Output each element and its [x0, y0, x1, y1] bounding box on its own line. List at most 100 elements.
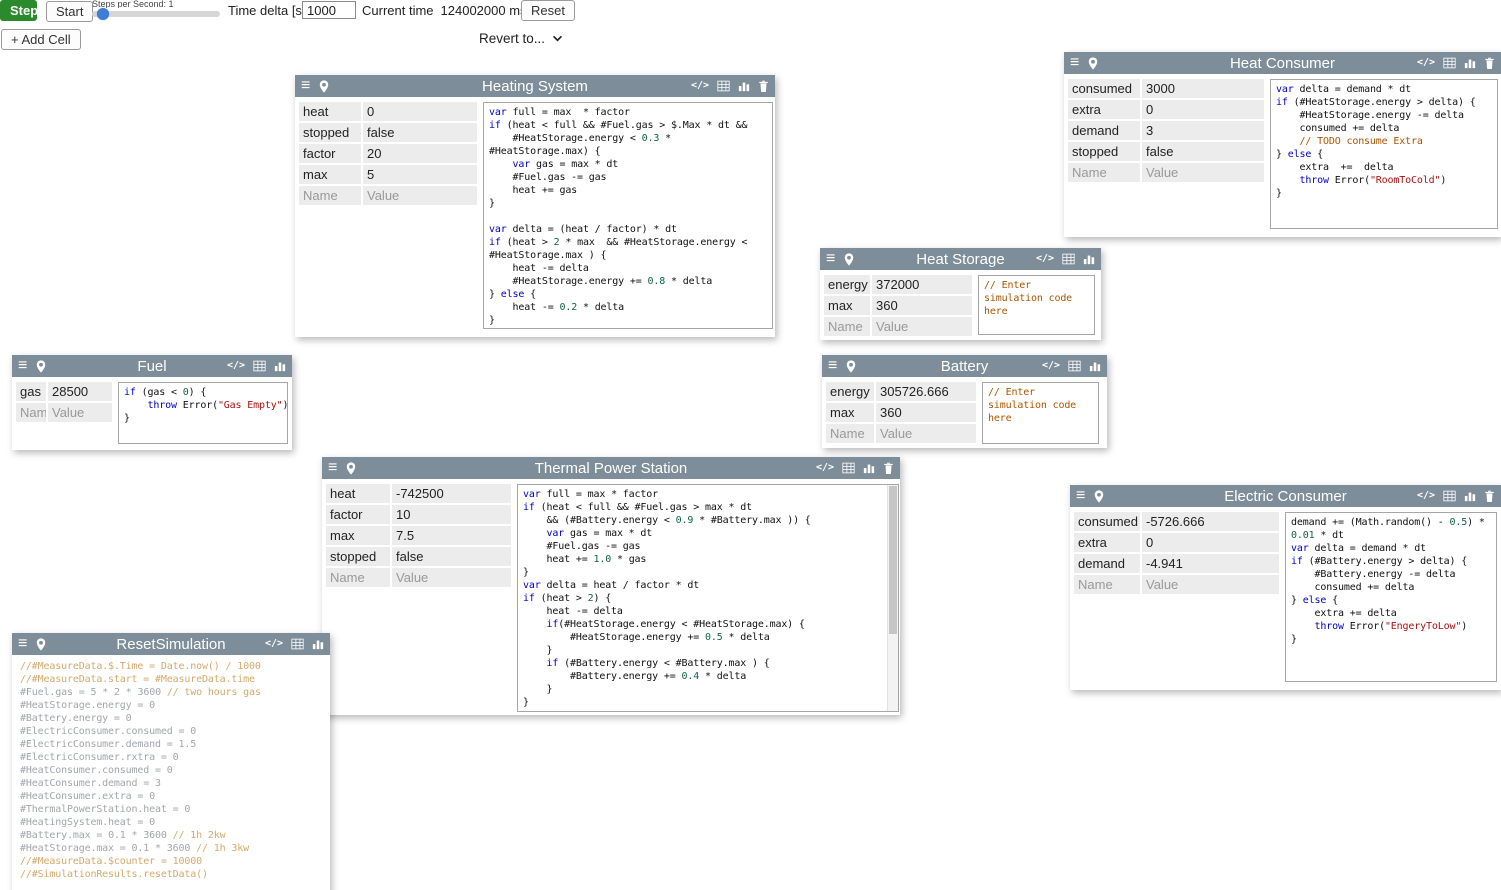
- property-value[interactable]: 360: [876, 403, 976, 422]
- property-key[interactable]: Name: [826, 424, 874, 443]
- add-cell-button[interactable]: + Add Cell: [1, 29, 81, 50]
- code-icon[interactable]: </>: [1036, 254, 1054, 264]
- time-delta-input[interactable]: [302, 1, 356, 19]
- step-button[interactable]: Step: [0, 0, 37, 21]
- panel-header[interactable]: ≡ Heat Storage </>: [820, 248, 1101, 270]
- code-icon[interactable]: </>: [691, 81, 709, 91]
- property-value[interactable]: Value: [1142, 575, 1279, 594]
- menu-icon[interactable]: ≡: [18, 358, 27, 374]
- code-icon[interactable]: </>: [265, 639, 283, 649]
- property-key[interactable]: extra: [1068, 100, 1140, 119]
- menu-icon[interactable]: ≡: [328, 460, 337, 476]
- table-icon[interactable]: [1443, 490, 1456, 502]
- property-value[interactable]: 28500: [48, 382, 112, 401]
- property-value[interactable]: false: [363, 123, 477, 142]
- property-key[interactable]: max: [826, 403, 874, 422]
- panel-header[interactable]: ≡ Thermal Power Station </>: [322, 457, 900, 479]
- property-value[interactable]: 3000: [1142, 79, 1264, 98]
- trash-icon[interactable]: [883, 462, 894, 474]
- pin-icon[interactable]: [36, 360, 46, 373]
- property-key[interactable]: consumed: [1074, 512, 1140, 531]
- code-editor[interactable]: var delta = demand * dtif (#HeatStorage.…: [1270, 79, 1498, 229]
- property-value[interactable]: Value: [872, 317, 972, 336]
- menu-icon[interactable]: ≡: [301, 78, 310, 94]
- property-value[interactable]: false: [392, 547, 511, 566]
- chart-icon[interactable]: [1083, 253, 1095, 265]
- trash-icon[interactable]: [758, 80, 769, 92]
- property-key[interactable]: max: [299, 165, 361, 184]
- property-value[interactable]: Value: [876, 424, 976, 443]
- property-value[interactable]: 360: [872, 296, 972, 315]
- trash-icon[interactable]: [1484, 490, 1495, 502]
- property-key[interactable]: demand: [1074, 554, 1140, 573]
- trash-icon[interactable]: [1484, 57, 1495, 69]
- property-value[interactable]: -5726.666: [1142, 512, 1279, 531]
- code-editor[interactable]: if (gas < 0) { throw Error("Gas Empty")}: [118, 382, 288, 444]
- property-value[interactable]: 20: [363, 144, 477, 163]
- code-icon[interactable]: </>: [1042, 361, 1060, 371]
- property-key[interactable]: heat: [326, 484, 390, 503]
- slider-thumb[interactable]: [97, 8, 109, 20]
- panel-header[interactable]: ≡ Battery </>: [822, 355, 1107, 377]
- property-key[interactable]: max: [326, 526, 390, 545]
- property-key[interactable]: Name: [1068, 163, 1140, 182]
- code-icon[interactable]: </>: [227, 361, 245, 371]
- property-value[interactable]: 7.5: [392, 526, 511, 545]
- property-value[interactable]: Value: [1142, 163, 1264, 182]
- chart-icon[interactable]: [1464, 490, 1476, 502]
- property-key[interactable]: demand: [1068, 121, 1140, 140]
- property-value[interactable]: 0: [1142, 100, 1264, 119]
- scrollbar[interactable]: [887, 485, 898, 711]
- pin-icon[interactable]: [844, 253, 854, 266]
- property-key[interactable]: factor: [326, 505, 390, 524]
- property-value[interactable]: Value: [363, 186, 477, 205]
- code-editor[interactable]: // Entersimulation codehere: [982, 382, 1099, 444]
- scrollbar-thumb[interactable]: [889, 486, 897, 634]
- property-value[interactable]: -4.941: [1142, 554, 1279, 573]
- chart-icon[interactable]: [738, 80, 750, 92]
- menu-icon[interactable]: ≡: [828, 358, 837, 374]
- panel-header[interactable]: ≡ Fuel </>: [12, 355, 292, 377]
- property-value[interactable]: 3: [1142, 121, 1264, 140]
- property-key[interactable]: energy: [826, 382, 874, 401]
- property-key[interactable]: gas: [16, 382, 46, 401]
- property-value[interactable]: 305726.666: [876, 382, 976, 401]
- pin-icon[interactable]: [846, 360, 856, 373]
- chart-icon[interactable]: [863, 462, 875, 474]
- chart-icon[interactable]: [1089, 360, 1101, 372]
- property-key[interactable]: extra: [1074, 533, 1140, 552]
- property-value[interactable]: 0: [363, 102, 477, 121]
- chart-icon[interactable]: [1464, 57, 1476, 69]
- table-icon[interactable]: [842, 462, 855, 474]
- property-value[interactable]: false: [1142, 142, 1264, 161]
- property-value[interactable]: 372000: [872, 275, 972, 294]
- property-key[interactable]: stopped: [1068, 142, 1140, 161]
- pin-icon[interactable]: [1088, 57, 1098, 70]
- code-editor[interactable]: demand += (Math.random() - 0.5) *0.01 * …: [1285, 512, 1497, 682]
- table-icon[interactable]: [291, 638, 304, 650]
- property-key[interactable]: Name: [16, 403, 46, 422]
- pin-icon[interactable]: [36, 638, 46, 651]
- revert-dropdown[interactable]: Revert to...: [479, 31, 563, 46]
- property-key[interactable]: Name: [299, 186, 361, 205]
- panel-header[interactable]: ≡ Heating System </>: [295, 75, 775, 97]
- property-value[interactable]: 0: [1142, 533, 1279, 552]
- panel-header[interactable]: ≡ Electric Consumer </>: [1070, 485, 1501, 507]
- table-icon[interactable]: [253, 360, 266, 372]
- chart-icon[interactable]: [274, 360, 286, 372]
- chart-icon[interactable]: [312, 638, 324, 650]
- panel-header[interactable]: ≡ Heat Consumer </>: [1064, 52, 1501, 74]
- menu-icon[interactable]: ≡: [826, 251, 835, 267]
- code-icon[interactable]: </>: [816, 463, 834, 473]
- table-icon[interactable]: [1062, 253, 1075, 265]
- code-editor[interactable]: // Entersimulation codehere: [978, 275, 1095, 335]
- code-icon[interactable]: </>: [1417, 58, 1435, 68]
- code-editor[interactable]: //#MeasureData.$.Time = Date.now() / 100…: [14, 658, 326, 890]
- property-key[interactable]: consumed: [1068, 79, 1140, 98]
- table-icon[interactable]: [717, 80, 730, 92]
- menu-icon[interactable]: ≡: [18, 636, 27, 652]
- pin-icon[interactable]: [319, 80, 329, 93]
- property-key[interactable]: energy: [824, 275, 870, 294]
- property-key[interactable]: stopped: [326, 547, 390, 566]
- code-editor[interactable]: var full = max * factorif (heat < full &…: [483, 102, 773, 329]
